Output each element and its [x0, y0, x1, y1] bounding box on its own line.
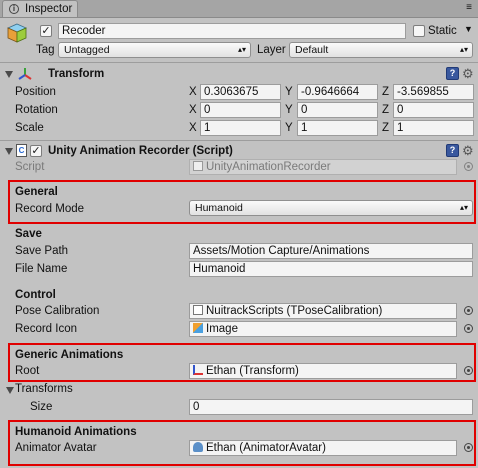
inspector-tab-label: Inspector: [25, 3, 73, 15]
script-component-title: Unity Animation Recorder (Script): [48, 145, 233, 157]
script-field: UnityAnimationRecorder: [189, 159, 457, 175]
layer-label: Layer: [257, 44, 286, 56]
script-file-icon: [193, 305, 203, 315]
chevron-updown-icon: ▴▾: [459, 45, 468, 54]
transforms-foldout-icon[interactable]: [6, 387, 14, 394]
chevron-updown-icon: ▴▾: [237, 45, 246, 54]
scale-y-axis-label: Y: [285, 122, 293, 134]
transform-icon: [193, 365, 203, 375]
script-enabled-checkbox[interactable]: ✓: [30, 145, 42, 157]
layer-dropdown[interactable]: Default ▴▾: [289, 42, 473, 58]
static-dropdown-icon[interactable]: ▼: [464, 24, 473, 34]
script-foldout-icon[interactable]: [5, 148, 13, 155]
inspector-tab[interactable]: i Inspector: [2, 0, 78, 17]
scale-z-axis-label: Z: [382, 122, 390, 134]
object-picker-icon[interactable]: [464, 324, 473, 333]
humanoid-animations-header: Humanoid Animations: [15, 426, 137, 438]
position-z-axis-label: Z: [382, 86, 390, 98]
inspector-tab-bar: i Inspector ≡: [0, 0, 478, 18]
transform-icon: [18, 67, 32, 81]
position-y-axis-label: Y: [285, 86, 293, 98]
script-label: Script: [15, 161, 45, 173]
animator-avatar-label: Animator Avatar: [15, 442, 97, 454]
control-header: Control: [15, 289, 56, 301]
tag-label: Tag: [36, 44, 55, 56]
gear-icon[interactable]: ⚙: [462, 144, 474, 157]
divider: [0, 62, 478, 63]
animator-avatar-field[interactable]: Ethan (AnimatorAvatar): [189, 440, 457, 456]
rotation-z-axis-label: Z: [382, 104, 390, 116]
script-file-icon: [193, 161, 203, 171]
position-z-field[interactable]: -3.569855: [393, 84, 474, 100]
object-picker-icon: [464, 162, 473, 171]
save-header: Save: [15, 228, 42, 240]
object-picker-icon[interactable]: [464, 443, 473, 452]
tag-dropdown[interactable]: Untagged ▴▾: [58, 42, 251, 58]
help-icon[interactable]: ?: [446, 67, 459, 80]
rotation-z-field[interactable]: 0: [393, 102, 474, 118]
general-header: General: [15, 186, 58, 198]
info-icon: i: [9, 4, 19, 14]
save-path-label: Save Path: [15, 245, 69, 257]
position-x-field[interactable]: 0.3063675: [200, 84, 281, 100]
scale-x-axis-label: X: [189, 122, 197, 134]
rotation-y-field[interactable]: 0: [297, 102, 378, 118]
gameobject-icon: [6, 22, 28, 44]
chevron-updown-icon: ▴▾: [459, 203, 468, 212]
record-icon-field[interactable]: Image: [189, 321, 457, 337]
static-label: Static: [428, 25, 457, 37]
object-picker-icon[interactable]: [464, 366, 473, 375]
file-name-input[interactable]: Humanoid: [189, 261, 473, 277]
save-path-input[interactable]: Assets/Motion Capture/Animations: [189, 243, 473, 259]
scale-y-field[interactable]: 1: [297, 120, 378, 136]
size-label: Size: [30, 401, 53, 413]
root-label: Root: [15, 365, 40, 377]
position-x-axis-label: X: [189, 86, 197, 98]
record-mode-dropdown[interactable]: Humanoid ▴▾: [189, 200, 473, 216]
size-input[interactable]: 0: [189, 399, 473, 415]
divider: [0, 140, 478, 141]
gear-icon[interactable]: ⚙: [462, 67, 474, 80]
position-y-field[interactable]: -0.9646664: [297, 84, 378, 100]
object-picker-icon[interactable]: [464, 306, 473, 315]
record-icon-label: Record Icon: [15, 323, 78, 335]
help-icon[interactable]: ?: [446, 144, 459, 157]
scale-label: Scale: [15, 122, 44, 134]
transform-title: Transform: [48, 68, 105, 80]
pose-calibration-field[interactable]: NuitrackScripts (TPoseCalibration): [189, 303, 457, 319]
transforms-label: Transforms: [15, 383, 73, 395]
static-checkbox[interactable]: [413, 25, 425, 37]
position-label: Position: [15, 86, 56, 98]
root-field[interactable]: Ethan (Transform): [189, 363, 457, 379]
image-component-icon: [193, 323, 203, 333]
panel-menu-icon[interactable]: ≡: [466, 2, 472, 13]
scale-x-field[interactable]: 1: [200, 120, 281, 136]
file-name-label: File Name: [15, 263, 68, 275]
rotation-y-axis-label: Y: [285, 104, 293, 116]
rotation-label: Rotation: [15, 104, 58, 116]
object-name-input[interactable]: Recoder: [58, 23, 406, 39]
scale-z-field[interactable]: 1: [393, 120, 474, 136]
rotation-x-field[interactable]: 0: [200, 102, 281, 118]
avatar-icon: [193, 442, 203, 452]
active-checkbox[interactable]: ✓: [40, 25, 52, 37]
script-icon: C: [16, 144, 27, 157]
generic-animations-header: Generic Animations: [15, 349, 124, 361]
record-mode-label: Record Mode: [15, 203, 85, 215]
transform-foldout-icon[interactable]: [5, 71, 13, 78]
rotation-x-axis-label: X: [189, 104, 197, 116]
pose-calibration-label: Pose Calibration: [15, 305, 100, 317]
